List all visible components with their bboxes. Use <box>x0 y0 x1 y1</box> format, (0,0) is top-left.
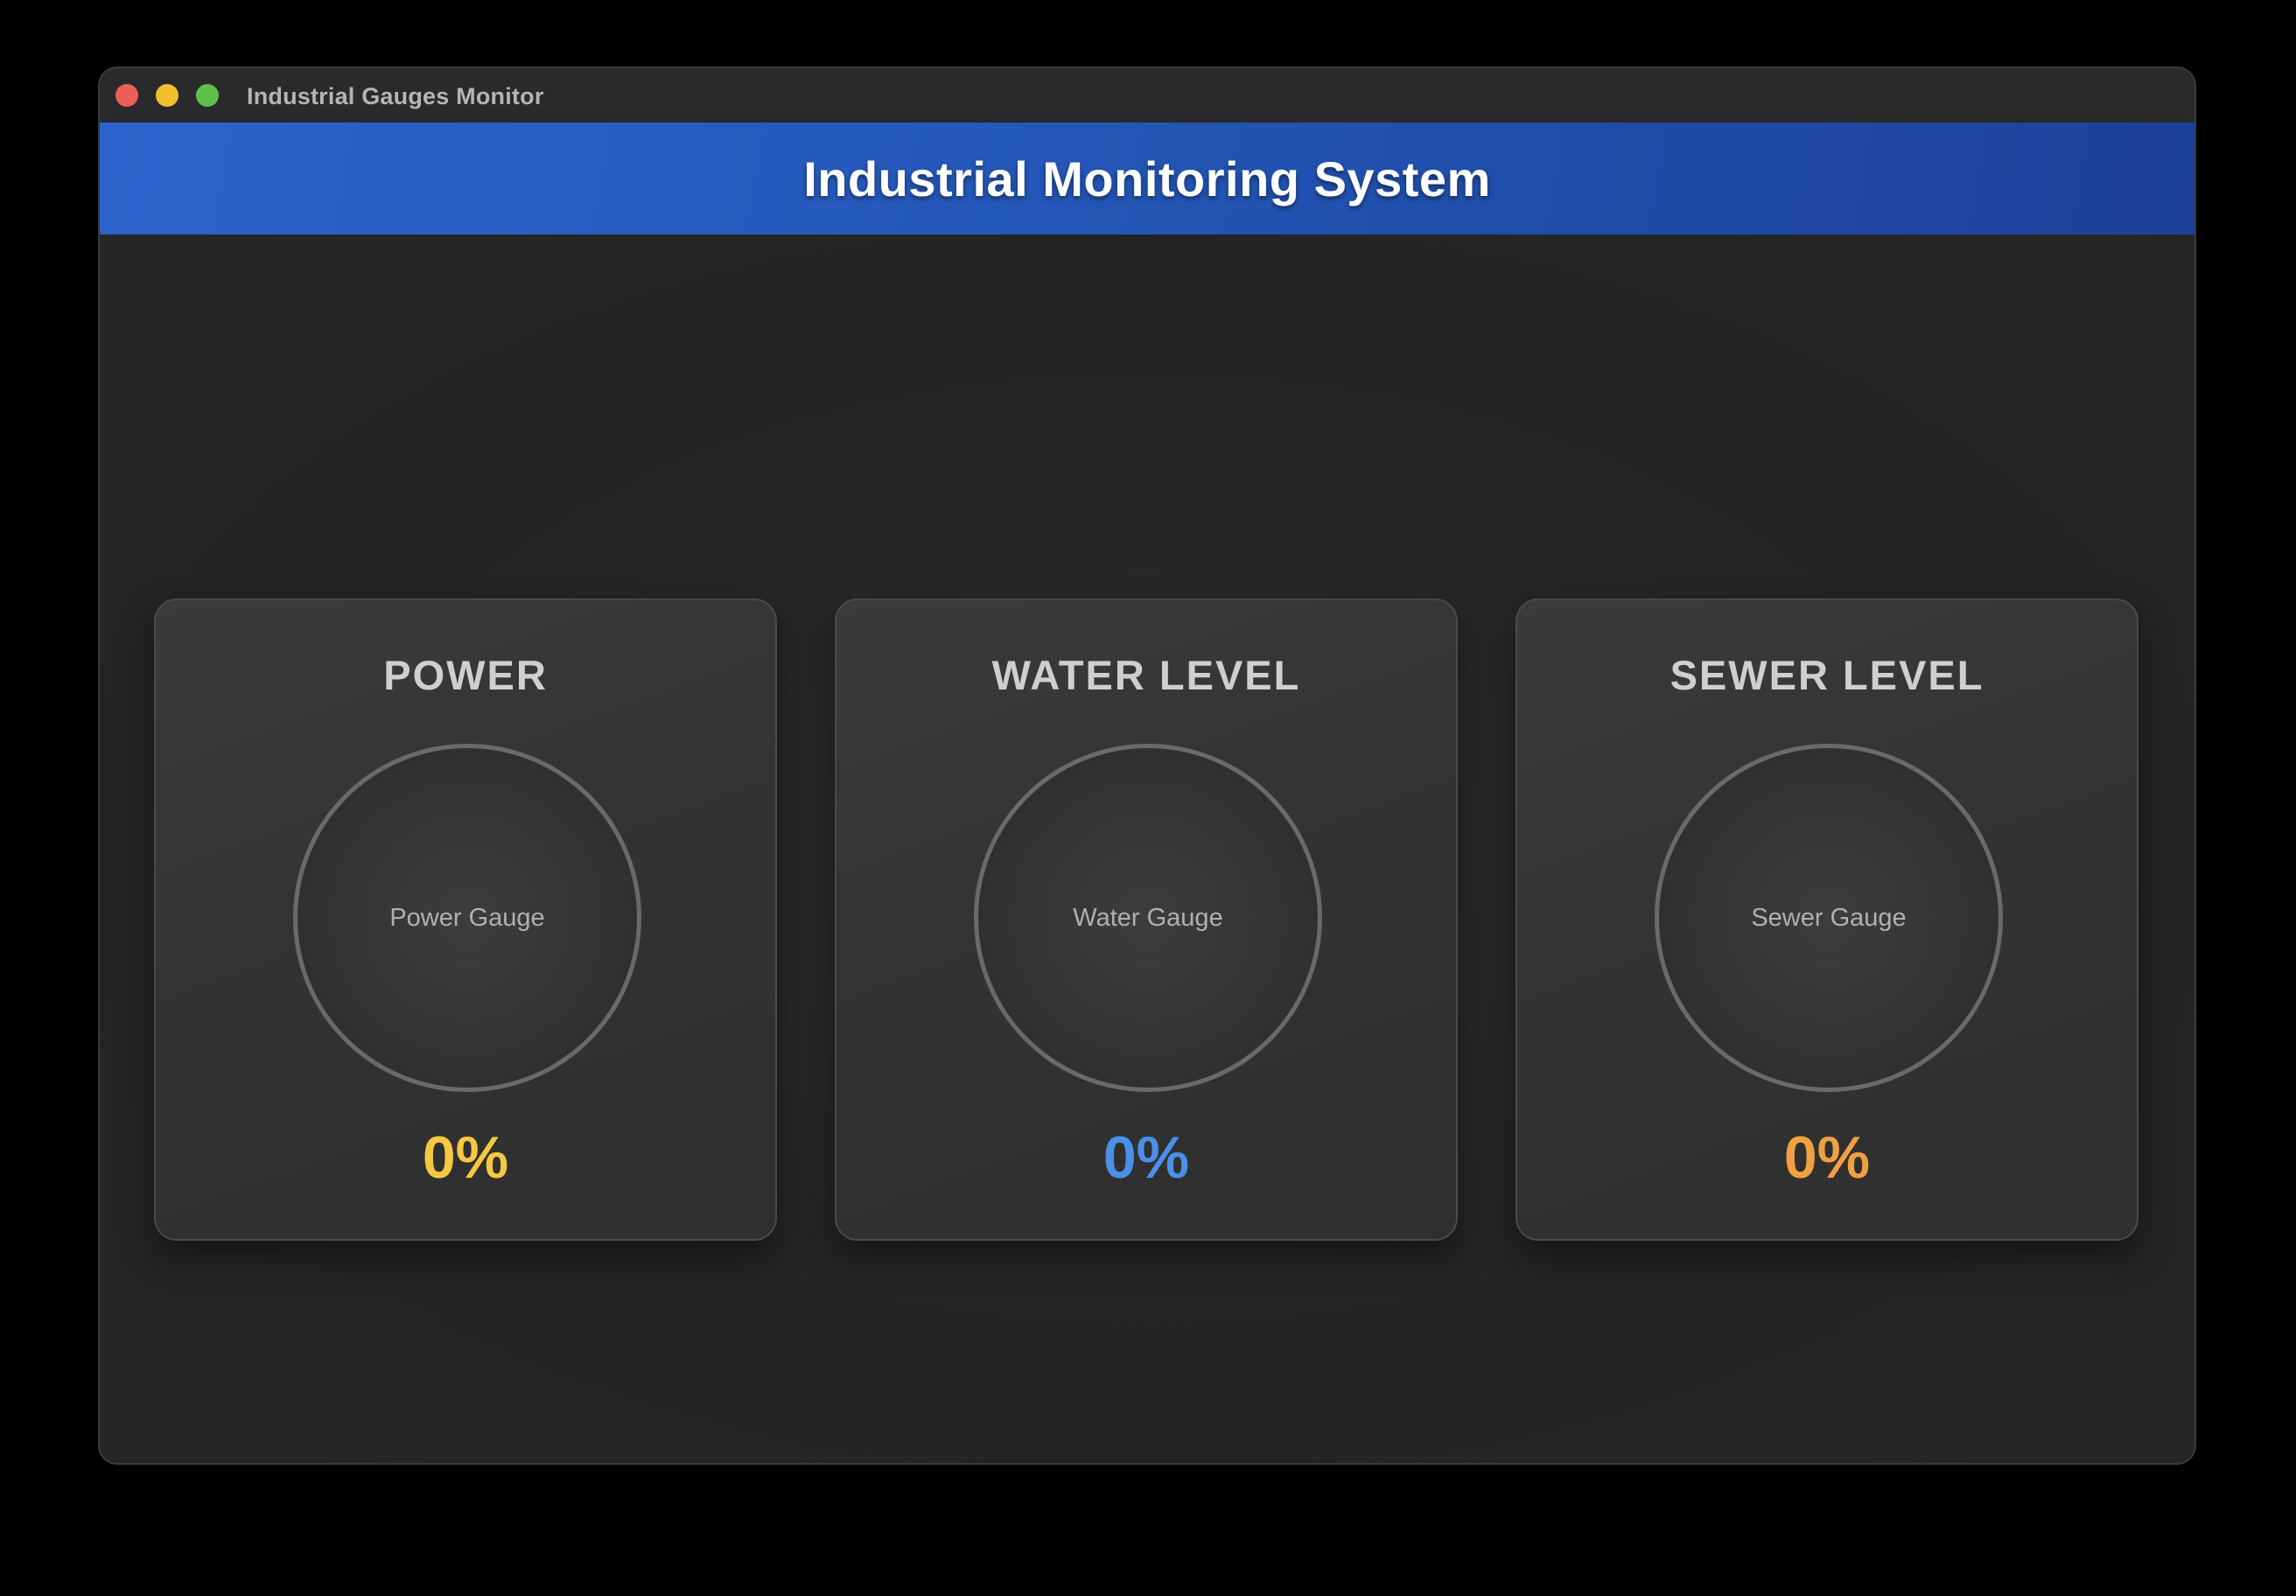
power-value: 0% <box>422 1124 509 1191</box>
maximize-window-button[interactable] <box>196 84 219 107</box>
title-bar: Industrial Gauges Monitor <box>100 68 2194 122</box>
power-card: POWER Power Gauge 0% <box>154 598 777 1241</box>
sewer-level-card: SEWER LEVEL Sewer Gauge 0% <box>1516 598 2138 1241</box>
app-window: Industrial Gauges Monitor Industrial Mon… <box>98 66 2196 1465</box>
sewer-level-value: 0% <box>1783 1124 1871 1191</box>
sewer-gauge: Sewer Gauge <box>1655 744 2003 1092</box>
minimize-window-button[interactable] <box>156 84 178 107</box>
sewer-gauge-label: Sewer Gauge <box>1751 903 1907 932</box>
page-title: Industrial Monitoring System <box>803 150 1491 206</box>
power-gauge: Power Gauge <box>293 744 641 1092</box>
power-card-title: POWER <box>383 652 548 698</box>
app-header: Industrial Monitoring System <box>100 122 2194 234</box>
water-level-value: 0% <box>1102 1124 1190 1191</box>
window-title: Industrial Gauges Monitor <box>247 83 544 109</box>
water-level-card: WATER LEVEL Water Gauge 0% <box>835 598 1458 1241</box>
close-window-button[interactable] <box>116 84 138 107</box>
water-level-card-title: WATER LEVEL <box>991 652 1301 698</box>
sewer-level-card-title: SEWER LEVEL <box>1670 652 1984 698</box>
power-gauge-label: Power Gauge <box>389 903 545 932</box>
water-gauge: Water Gauge <box>974 744 1322 1092</box>
dashboard-content: POWER Power Gauge 0% WATER LEVEL Water G… <box>100 234 2194 1463</box>
water-gauge-label: Water Gauge <box>1073 903 1223 932</box>
